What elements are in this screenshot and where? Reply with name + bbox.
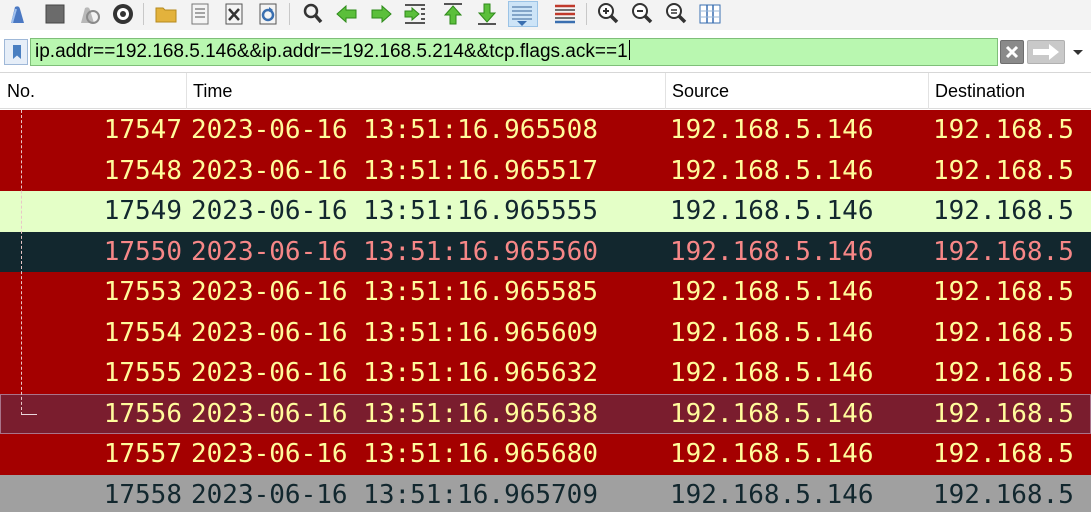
clear-filter-button[interactable] — [1000, 40, 1024, 64]
packet-source-cell: 192.168.5.146 — [670, 479, 874, 510]
main-toolbar — [0, 0, 1091, 30]
toolbar-separator — [289, 3, 290, 25]
packet-time-cell: 2023-06-16 13:51:16.965560 — [191, 236, 598, 267]
packet-list: No. Time Source Destination 17547 2023-0… — [0, 72, 1091, 512]
packet-row-selected[interactable]: 17556 2023-06-16 13:51:16.965638 192.168… — [0, 393, 1091, 434]
packet-row[interactable]: 17547 2023-06-16 13:51:16.965508 192.168… — [0, 110, 1091, 151]
start-capture-icon[interactable] — [6, 1, 32, 27]
toolbar-separator — [143, 3, 144, 25]
packet-row[interactable]: 17554 2023-06-16 13:51:16.965609 192.168… — [0, 312, 1091, 353]
packet-row[interactable]: 17553 2023-06-16 13:51:16.965585 192.168… — [0, 272, 1091, 313]
packet-source-cell: 192.168.5.146 — [670, 439, 874, 469]
column-header-destination[interactable]: Destination — [928, 73, 1025, 109]
go-last-icon[interactable] — [474, 1, 500, 27]
packet-time-cell: 2023-06-16 13:51:16.965680 — [191, 439, 598, 469]
packet-list-header: No. Time Source Destination — [0, 73, 1091, 109]
packet-row[interactable]: 17550 2023-06-16 13:51:16.965560 192.168… — [0, 231, 1091, 272]
packet-source-cell: 192.168.5.146 — [670, 155, 874, 186]
go-first-icon[interactable] — [440, 1, 466, 27]
packet-time-cell: 2023-06-16 13:51:16.965517 — [191, 155, 598, 186]
packet-destination-cell: 192.168.5 — [933, 398, 1074, 429]
column-header-no[interactable]: No. — [0, 73, 35, 109]
zoom-out-icon[interactable] — [629, 1, 655, 27]
packet-row[interactable]: 17548 2023-06-16 13:51:16.965517 192.168… — [0, 150, 1091, 191]
toolbar-separator — [586, 3, 587, 25]
packet-destination-cell: 192.168.5 — [933, 196, 1074, 226]
display-filter-text: ip.addr==192.168.5.146&&ip.addr==192.168… — [35, 41, 628, 62]
open-file-icon[interactable] — [153, 1, 179, 27]
packet-source-cell: 192.168.5.146 — [670, 358, 874, 388]
packet-row[interactable]: 17558 2023-06-16 13:51:16.965709 192.168… — [0, 474, 1091, 512]
packet-time-cell: 2023-06-16 13:51:16.965632 — [191, 358, 598, 388]
display-filter-input[interactable]: ip.addr==192.168.5.146&&ip.addr==192.168… — [30, 38, 998, 66]
chevron-down-icon — [1073, 50, 1083, 55]
bookmark-flag-icon — [13, 45, 21, 59]
packet-destination-cell: 192.168.5 — [933, 277, 1074, 307]
packet-no-cell: 17555 — [103, 358, 182, 388]
packet-time-cell: 2023-06-16 13:51:16.965555 — [191, 196, 598, 226]
packet-time-cell: 2023-06-16 13:51:16.965609 — [191, 317, 598, 348]
packet-destination-cell: 192.168.5 — [933, 155, 1074, 186]
go-forward-icon[interactable] — [368, 1, 394, 27]
packet-row[interactable]: 17549 2023-06-16 13:51:16.965555 192.168… — [0, 191, 1091, 232]
packet-time-cell: 2023-06-16 13:51:16.965709 — [191, 479, 598, 510]
normal-size-icon[interactable] — [663, 1, 689, 27]
filter-history-dropdown[interactable] — [1068, 40, 1088, 64]
display-filter-bar: ip.addr==192.168.5.146&&ip.addr==192.168… — [0, 36, 1091, 68]
packet-source-cell: 192.168.5.146 — [670, 115, 874, 145]
stop-capture-icon[interactable] — [42, 1, 68, 27]
column-header-time[interactable]: Time — [186, 73, 232, 109]
packet-row[interactable]: 17555 2023-06-16 13:51:16.965632 192.168… — [0, 353, 1091, 394]
resize-columns-icon[interactable] — [697, 1, 723, 27]
column-header-source[interactable]: Source — [665, 73, 729, 109]
packet-no-cell: 17550 — [103, 236, 182, 267]
reload-file-icon[interactable] — [255, 1, 281, 27]
apply-filter-button[interactable] — [1027, 40, 1065, 64]
filter-bookmark-icon[interactable] — [4, 39, 28, 65]
clear-icon — [1005, 45, 1019, 59]
go-back-icon[interactable] — [334, 1, 360, 27]
packet-row[interactable]: 17557 2023-06-16 13:51:16.965680 192.168… — [0, 434, 1091, 475]
colorize-icon[interactable] — [552, 1, 578, 27]
go-to-packet-icon[interactable] — [402, 1, 428, 27]
zoom-in-icon[interactable] — [595, 1, 621, 27]
packet-time-cell: 2023-06-16 13:51:16.965508 — [191, 115, 598, 145]
find-packet-icon[interactable] — [300, 1, 326, 27]
packet-destination-cell: 192.168.5 — [933, 115, 1074, 145]
packet-destination-cell: 192.168.5 — [933, 479, 1074, 510]
packet-no-cell: 17549 — [103, 196, 182, 226]
packet-source-cell: 192.168.5.146 — [670, 277, 874, 307]
packet-source-cell: 192.168.5.146 — [670, 236, 874, 267]
packet-time-cell: 2023-06-16 13:51:16.965585 — [191, 277, 598, 307]
restart-capture-icon[interactable] — [76, 1, 102, 27]
close-file-icon[interactable] — [221, 1, 247, 27]
packet-destination-cell: 192.168.5 — [933, 358, 1074, 388]
packet-source-cell: 192.168.5.146 — [670, 398, 874, 429]
text-caret — [628, 40, 630, 60]
auto-scroll-icon[interactable] — [508, 1, 538, 27]
packet-destination-cell: 192.168.5 — [933, 236, 1074, 267]
save-file-icon[interactable] — [187, 1, 213, 27]
packet-no-cell: 17548 — [103, 155, 182, 186]
packet-time-cell: 2023-06-16 13:51:16.965638 — [191, 398, 598, 429]
packet-no-cell: 17557 — [103, 439, 182, 469]
packet-no-cell: 17556 — [103, 398, 182, 429]
packet-destination-cell: 192.168.5 — [933, 439, 1074, 469]
packet-no-cell: 17558 — [103, 479, 182, 510]
apply-arrow-icon — [1033, 44, 1059, 60]
packet-no-cell: 17554 — [103, 317, 182, 348]
packet-destination-cell: 192.168.5 — [933, 317, 1074, 348]
packet-source-cell: 192.168.5.146 — [670, 196, 874, 226]
packet-source-cell: 192.168.5.146 — [670, 317, 874, 348]
packet-no-cell: 17547 — [103, 115, 182, 145]
capture-options-icon[interactable] — [110, 1, 136, 27]
packet-no-cell: 17553 — [103, 277, 182, 307]
